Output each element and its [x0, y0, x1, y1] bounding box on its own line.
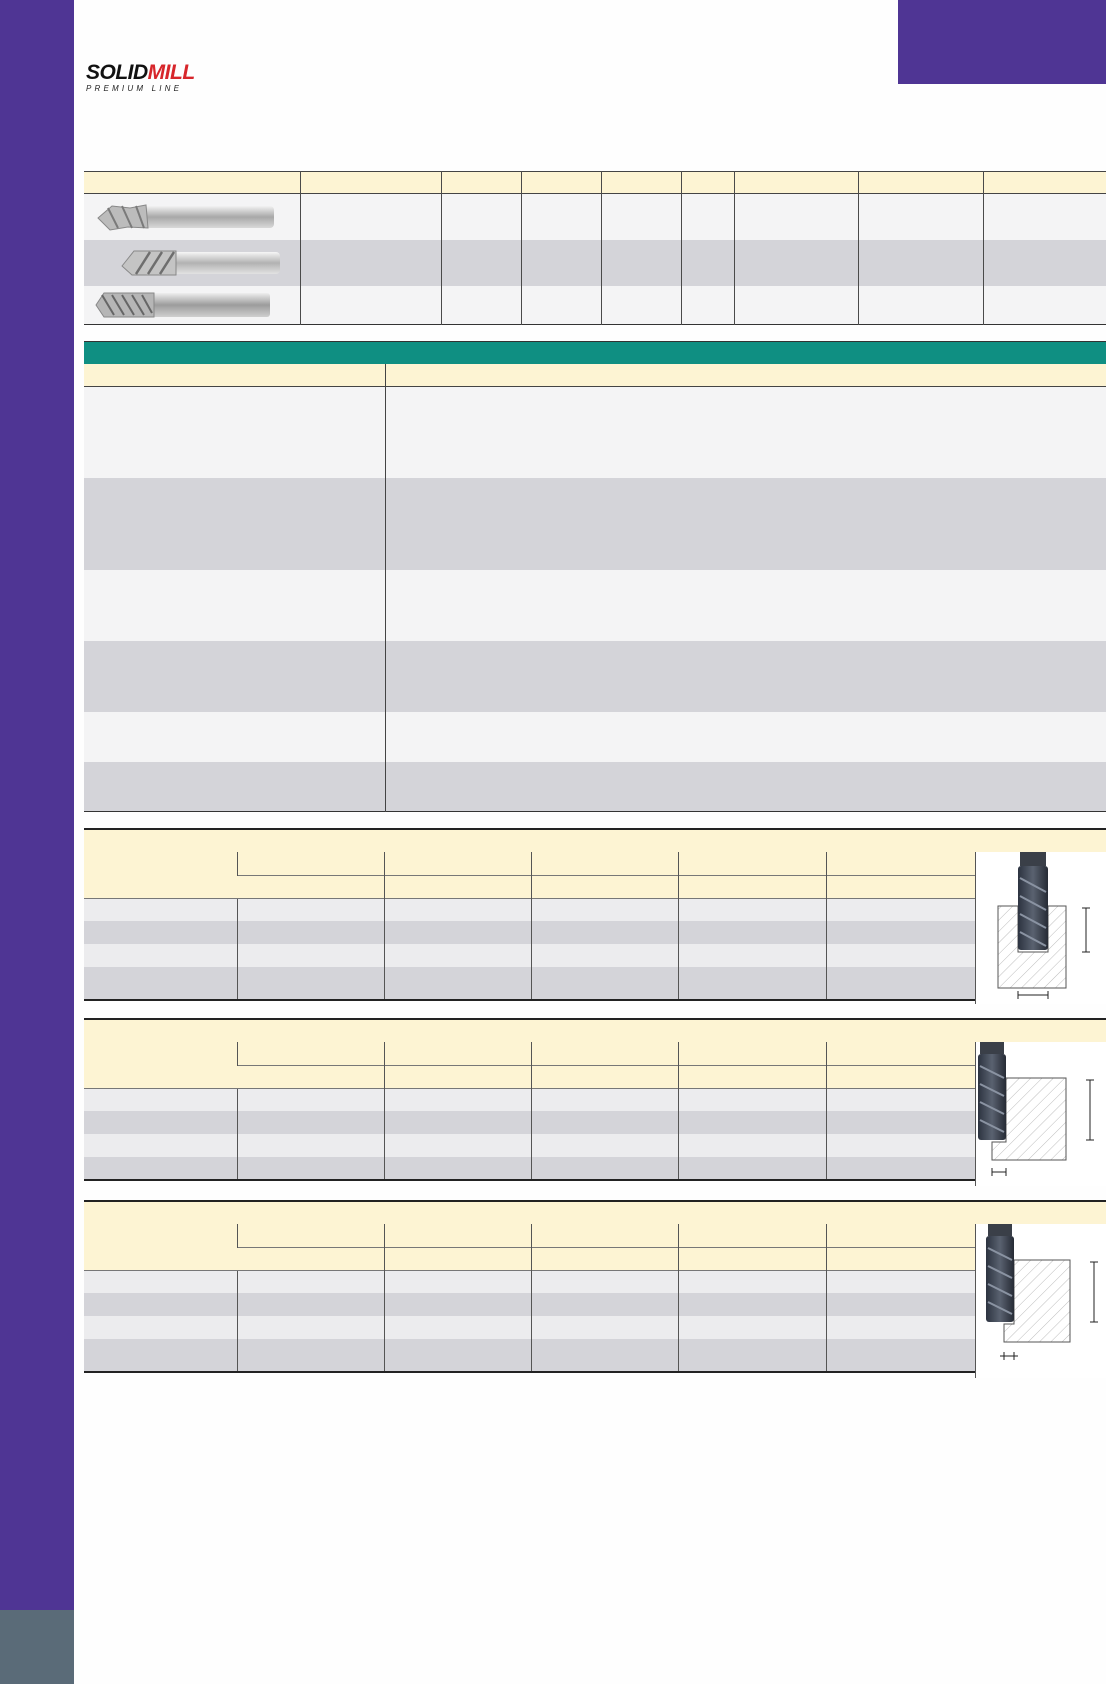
solidmill-logo: SOLIDMILL PREMIUM LINE	[86, 62, 246, 96]
sidebar-band	[0, 0, 74, 1610]
logo-mill-text: MILL	[147, 61, 195, 84]
cutting-conditions-table-2	[84, 1042, 975, 1181]
table-row	[84, 1270, 975, 1293]
table-row	[84, 1339, 975, 1372]
table-row	[84, 386, 1106, 478]
side-finishing-diagram	[975, 1224, 1106, 1378]
slotting-diagram	[975, 852, 1106, 1004]
properties-table	[84, 364, 1106, 812]
logo-solid-text: SOLID	[86, 61, 148, 84]
slotting-diagram-icon	[997, 852, 1090, 999]
table-row	[84, 1134, 975, 1157]
end-mill-icon	[121, 250, 280, 276]
side-milling-diagram	[975, 1042, 1106, 1186]
cutting-conditions-bar-3	[84, 1200, 1106, 1225]
end-mill-icon	[97, 204, 274, 231]
table-row	[84, 641, 1106, 712]
table-row	[84, 478, 1106, 570]
table-row	[84, 1088, 975, 1111]
table-row	[84, 286, 1106, 325]
table-row	[84, 967, 975, 1000]
tool-overview-table	[84, 171, 1106, 325]
side-finishing-diagram-icon	[986, 1224, 1098, 1360]
table-row	[84, 898, 975, 921]
table-row	[84, 1111, 975, 1134]
cutting-conditions-bar-2	[84, 1018, 1106, 1043]
table-row	[84, 1316, 975, 1339]
cutting-conditions-bar-1	[84, 828, 1106, 853]
tool-table-header	[84, 171, 1106, 194]
table-row	[84, 570, 1106, 641]
side-milling-diagram-icon	[978, 1042, 1094, 1176]
end-mill-icon	[95, 292, 270, 318]
cutting-conditions-table-1	[84, 852, 975, 1001]
table-row	[84, 1293, 975, 1316]
table-header	[84, 852, 975, 899]
cutting-conditions-table-3	[84, 1224, 975, 1373]
table-row	[84, 712, 1106, 762]
table-row	[84, 193, 1106, 240]
table-row	[84, 921, 975, 944]
sidebar-bottom-band	[0, 1610, 74, 1684]
logo-subtitle: PREMIUM LINE	[86, 84, 183, 93]
page-corner-tab	[898, 0, 1106, 84]
properties-header	[84, 364, 1106, 386]
table-row	[84, 1157, 975, 1180]
table-row	[84, 240, 1106, 286]
table-row	[84, 762, 1106, 811]
properties-section-bar	[84, 341, 1106, 365]
table-header	[84, 1224, 975, 1271]
table-header	[84, 1042, 975, 1089]
table-row	[84, 944, 975, 967]
